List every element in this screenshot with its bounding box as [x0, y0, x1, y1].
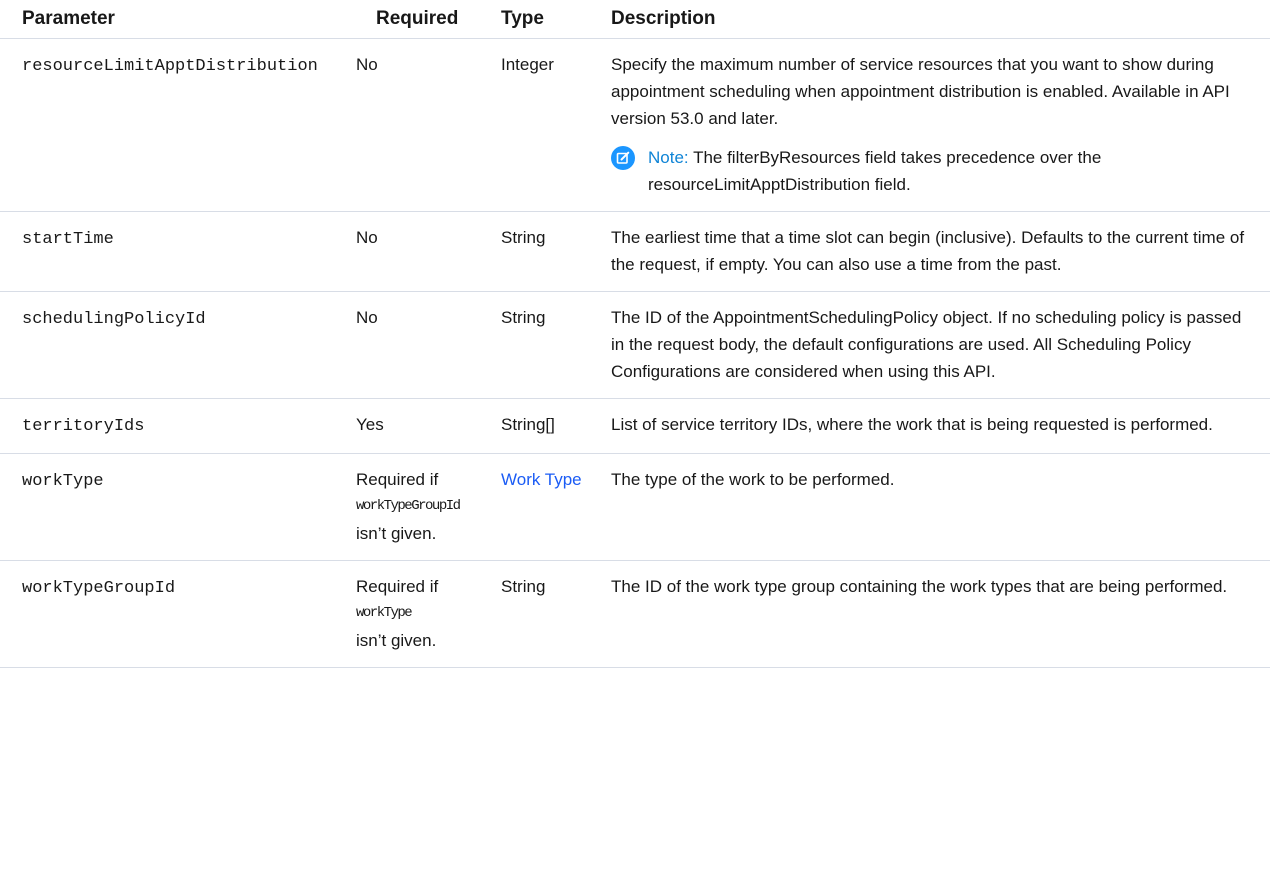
param-name: territoryIds — [22, 417, 145, 436]
param-cell: workTypeGroupId — [0, 560, 356, 668]
description-text: Specify the maximum number of service re… — [611, 55, 1230, 128]
param-cell: resourceLimitApptDistribution — [0, 38, 356, 212]
param-name: schedulingPolicyId — [22, 310, 206, 329]
note-label: Note: — [648, 148, 689, 167]
param-cell: territoryIds — [0, 398, 356, 454]
param-name: workTypeGroupId — [22, 579, 176, 598]
description-cell: List of service territory IDs, where the… — [601, 398, 1270, 454]
required-code: workType — [356, 605, 413, 621]
type-cell: String — [497, 211, 601, 292]
note-body: Note: The filterByResources field takes … — [648, 144, 1252, 198]
header-required: Required — [356, 0, 497, 39]
note-callout: Note: The filterByResources field takes … — [611, 144, 1252, 198]
required-cell: No — [356, 291, 497, 399]
type-cell: String[] — [497, 398, 601, 454]
required-cell: Yes — [356, 398, 497, 454]
header-description: Description — [601, 0, 1270, 39]
table-row: startTime No String The earliest time th… — [0, 211, 1270, 292]
param-name: resourceLimitApptDistribution — [22, 57, 318, 76]
required-cell: No — [356, 211, 497, 292]
table-row: resourceLimitApptDistribution No Integer… — [0, 38, 1270, 212]
table-row: workTypeGroupId Required if workType isn… — [0, 560, 1270, 668]
table-row: schedulingPolicyId No String The ID of t… — [0, 291, 1270, 399]
work-type-link[interactable]: Work Type — [501, 470, 582, 489]
required-cell: Required if workTypeGroupId isn’t given. — [356, 453, 497, 561]
table-header-row: Parameter Required Type Description — [0, 0, 1270, 39]
header-parameter: Parameter — [0, 0, 356, 39]
note-text: The filterByResources field takes preced… — [648, 148, 1102, 194]
type-cell: String — [497, 560, 601, 668]
table-row: territoryIds Yes String[] List of servic… — [0, 398, 1270, 454]
type-cell: Work Type — [497, 453, 601, 561]
required-code: workTypeGroupId — [356, 498, 461, 514]
required-prefix: Required if — [356, 470, 439, 489]
required-suffix: isn’t given. — [356, 524, 437, 543]
header-type: Type — [497, 0, 601, 39]
param-name: startTime — [22, 230, 114, 249]
description-cell: Specify the maximum number of service re… — [601, 38, 1270, 212]
description-cell: The ID of the AppointmentSchedulingPolic… — [601, 291, 1270, 399]
edit-note-icon — [611, 146, 635, 170]
description-cell: The type of the work to be performed. — [601, 453, 1270, 561]
required-suffix: isn’t given. — [356, 631, 437, 650]
type-cell: String — [497, 291, 601, 399]
required-prefix: Required if — [356, 577, 439, 596]
param-cell: startTime — [0, 211, 356, 292]
required-cell: Required if workType isn’t given. — [356, 560, 497, 668]
required-cell: No — [356, 38, 497, 212]
param-cell: workType — [0, 453, 356, 561]
type-cell: Integer — [497, 38, 601, 212]
table-row: workType Required if workTypeGroupId isn… — [0, 453, 1270, 561]
param-cell: schedulingPolicyId — [0, 291, 356, 399]
description-cell: The earliest time that a time slot can b… — [601, 211, 1270, 292]
description-cell: The ID of the work type group containing… — [601, 560, 1270, 668]
parameters-table: Parameter Required Type Description reso… — [0, 0, 1270, 668]
param-name: workType — [22, 472, 104, 491]
